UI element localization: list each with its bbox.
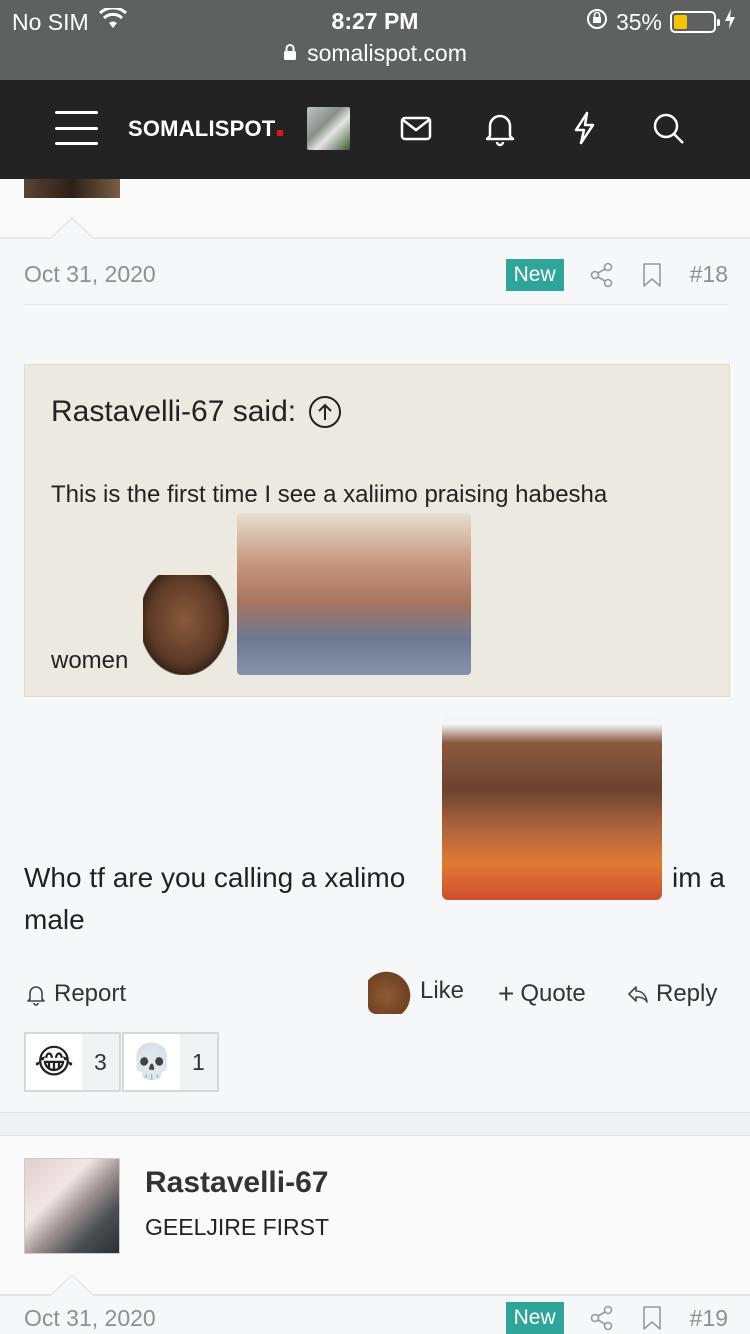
battery-icon [670,11,720,33]
reaction-skull[interactable]: 💀 1 [122,1032,219,1092]
post-meta-row: Oct 31, 2020 New #18 [24,245,728,305]
user-title: GEELJIRE FIRST [145,1214,330,1240]
quote-button[interactable]: + Quote [498,980,586,1008]
report-button[interactable]: Report [24,980,126,1008]
post-number[interactable]: #18 [690,261,728,288]
site-navbar: SOMALISPOT [0,80,750,179]
post-date[interactable]: Oct 31, 2020 [24,1305,156,1332]
quote-label: Quote [520,980,586,1007]
previous-user-strip [0,179,750,239]
reaction-count: 1 [180,1034,217,1090]
bookmark-icon[interactable] [640,1305,664,1331]
user-avatar[interactable] [307,107,350,150]
quote-author-text: Rastavelli-67 said: [51,395,297,428]
like-label: Like [420,977,465,1004]
reaction-count: 3 [82,1034,119,1090]
battery-percent: 35% [615,8,662,35]
post-body-text-continued: male [24,904,85,935]
like-button[interactable]: Like [368,968,464,1014]
url-text: somalispot.com [307,40,467,66]
menu-icon[interactable] [55,111,98,145]
post-notch [49,217,95,239]
logo-dot [277,130,284,136]
post-date[interactable]: Oct 31, 2020 [24,261,156,288]
post-actions: Report Like + Quote Reply [24,968,728,1024]
quote-block: Rastavelli-67 said: This is the first ti… [24,364,730,697]
reply-button[interactable]: Reply [626,980,717,1008]
status-right: 35% [586,8,736,36]
woman-reaction-sticker [442,715,662,900]
share-icon[interactable] [590,262,614,288]
new-badge: New [505,258,564,291]
post-notch [49,1274,95,1296]
new-badge: New [505,1302,564,1334]
lock-icon [283,40,297,67]
post-body-text: Who tf are you calling a xalimo [24,862,406,893]
post-divider [0,1112,750,1136]
mail-icon[interactable] [396,108,436,148]
bell-outline-icon [27,986,45,1006]
status-bar: No SIM 8:27 PM 35% somalispot.com [0,0,750,80]
quote-author[interactable]: Rastavelli-67 said: [51,395,342,429]
reply-icon [628,986,648,1003]
logo-text: SOMALISPOT [128,116,276,141]
username[interactable]: Rastavelli-67 [145,1166,328,1200]
next-post-user: Rastavelli-67 GEELJIRE FIRST [0,1136,750,1296]
previous-user-avatar[interactable] [24,179,120,198]
skull-emoji-icon: 💀 [124,1034,180,1090]
lightning-icon[interactable] [564,108,604,148]
quote-text: This is the first time I see a xaliimo p… [51,481,608,508]
laughing-emoji-icon: 😂 [26,1034,82,1090]
plus-icon: + [498,978,515,1009]
smirk-face-sticker [143,575,229,675]
post-number[interactable]: #19 [690,1305,728,1332]
battery-level [674,15,687,29]
arrow-up-circle-icon[interactable] [308,395,342,429]
user-avatar[interactable] [24,1158,120,1254]
rotation-lock-icon [586,8,608,36]
reply-label: Reply [656,980,718,1007]
thumbs-up-icon [368,968,414,1014]
stressed-man-sticker [237,513,471,675]
report-label: Report [54,980,127,1007]
site-logo[interactable]: SOMALISPOT [128,116,284,142]
url-bar[interactable]: somalispot.com [0,40,750,67]
bell-icon[interactable] [480,108,520,148]
reaction-laugh[interactable]: 😂 3 [24,1032,121,1092]
post-body-text-tail: im a [672,862,725,893]
search-icon[interactable] [648,108,688,148]
bookmark-icon[interactable] [640,262,664,288]
quote-text-continued: women [51,647,129,674]
charging-icon [724,8,736,36]
share-icon[interactable] [590,1305,614,1331]
next-post-meta-row: Oct 31, 2020 New #19 [24,1298,728,1334]
